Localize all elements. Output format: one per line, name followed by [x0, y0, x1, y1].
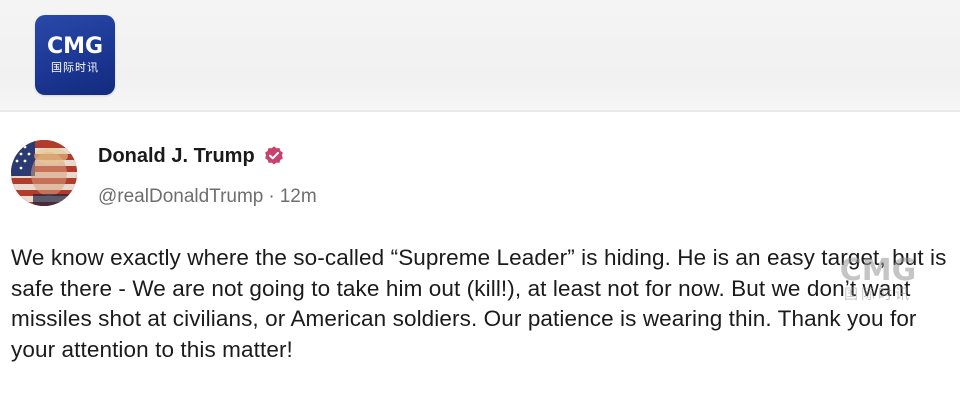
flag-portrait-icon — [11, 140, 77, 206]
cmg-logo-subtext: 国际时讯 — [51, 61, 99, 74]
handle-separator: · — [268, 186, 275, 207]
author-handle-line: @realDonaldTrump · 12m — [98, 184, 317, 210]
banner-divider — [0, 110, 960, 112]
post-body-text: We know exactly where the so-called “Sup… — [11, 245, 947, 362]
avatar[interactable] — [11, 140, 77, 206]
author-handle[interactable]: @realDonaldTrump — [98, 186, 263, 207]
top-banner — [0, 0, 960, 110]
cmg-logo-text: CMG — [46, 34, 104, 59]
verified-badge-icon — [264, 146, 283, 165]
author-display-name[interactable]: Donald J. Trump — [98, 143, 285, 169]
post-timestamp[interactable]: 12m — [280, 186, 317, 207]
cmg-logo: CMG 国际时讯 — [35, 15, 115, 95]
author-name-text: Donald J. Trump — [98, 145, 255, 167]
